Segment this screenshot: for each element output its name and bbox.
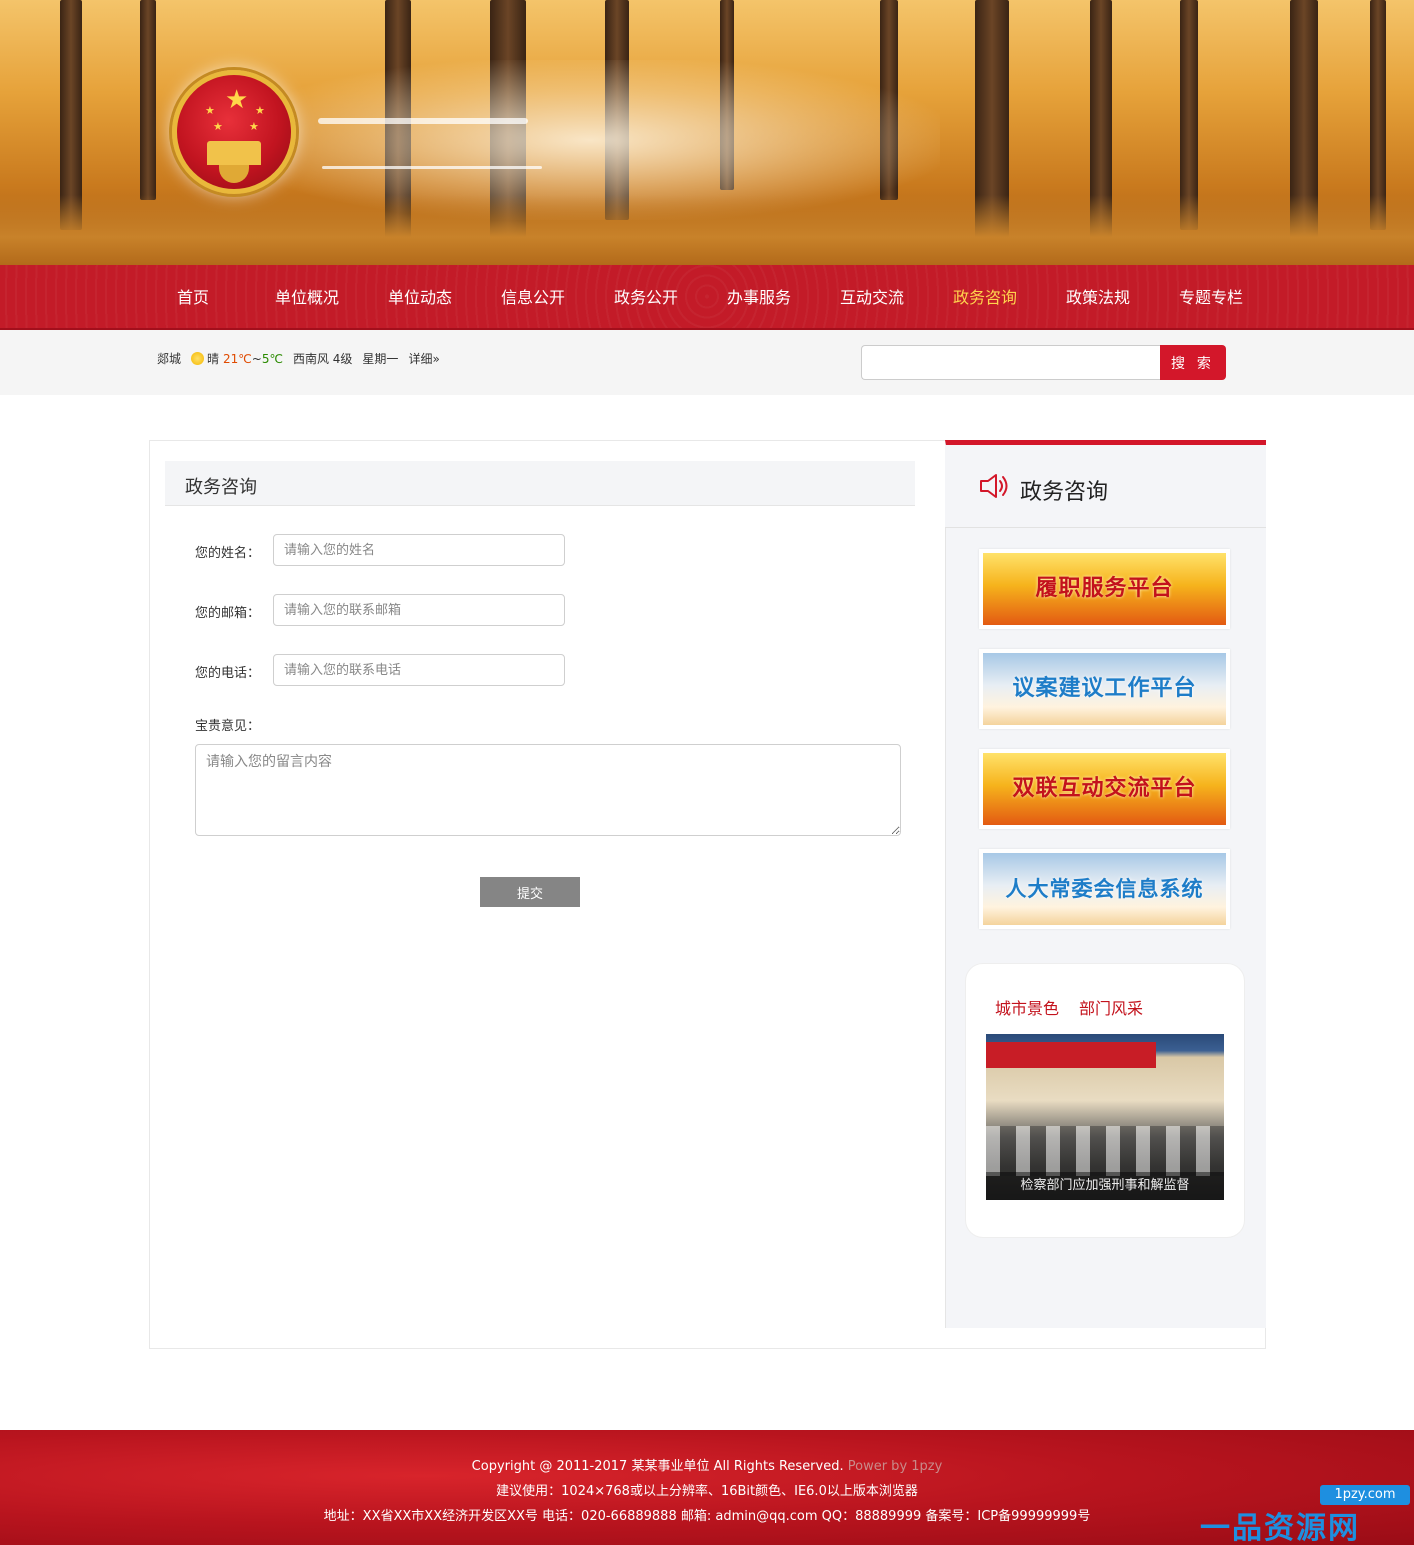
email-label: 您的邮箱：	[195, 606, 261, 621]
weather-widget: 郯城晴 21℃~5℃ 西南风 4级 星期一 详细»	[157, 352, 440, 366]
weather-weekday: 星期一	[362, 352, 399, 366]
photo-caption: 检察部门应加强刑事和解监督	[986, 1172, 1224, 1200]
promo-proposal-platform[interactable]: 议案建议工作平台	[979, 649, 1230, 729]
phone-input[interactable]	[273, 654, 565, 686]
tab-city-scenery[interactable]: 城市景色	[995, 995, 1059, 1019]
promo-label: 履职服务平台	[1035, 576, 1174, 601]
promo-label: 议案建议工作平台	[1012, 676, 1197, 701]
promo-duty-service-platform[interactable]: 履职服务平台	[979, 549, 1230, 629]
weather-detail-link[interactable]: 详细»	[408, 352, 439, 366]
nav-item-overview[interactable]: 单位概况	[266, 265, 348, 330]
weather-city: 郯城	[157, 352, 182, 366]
weather-condition: 晴	[207, 352, 220, 366]
tab-department-style[interactable]: 部门风采	[1079, 995, 1143, 1019]
nav-item-interaction[interactable]: 互动交流	[831, 265, 913, 330]
temp-high: 21℃	[223, 352, 252, 366]
nav-item-consultation[interactable]: 政务咨询	[944, 265, 1026, 330]
header-banner: ★ ★ ★ ★ ★	[0, 0, 1414, 265]
weather-wind: 西南风 4级	[292, 352, 353, 366]
name-input[interactable]	[273, 534, 565, 566]
nav-item-services[interactable]: 办事服务	[718, 265, 800, 330]
form-heading: 政务咨询	[185, 477, 257, 498]
nav-item-home[interactable]: 首页	[163, 265, 223, 330]
nav-item-news[interactable]: 单位动态	[379, 265, 461, 330]
name-label: 您的姓名：	[195, 546, 261, 561]
sidebar-title: 政务咨询	[1020, 480, 1109, 505]
nav-item-topics[interactable]: 专题专栏	[1170, 265, 1252, 330]
search-input[interactable]	[861, 345, 1161, 380]
email-input[interactable]	[273, 594, 565, 626]
national-emblem-logo: ★ ★ ★ ★ ★	[172, 70, 296, 194]
temp-low: 5℃	[261, 352, 283, 366]
opinion-label: 宝贵意见：	[195, 719, 261, 734]
promo-committee-info-system[interactable]: 人大常委会信息系统	[979, 849, 1230, 929]
phone-label: 您的电话：	[195, 666, 261, 681]
speaker-icon	[980, 474, 1008, 498]
nav-item-policies[interactable]: 政策法规	[1057, 265, 1139, 330]
promo-interaction-platform[interactable]: 双联互动交流平台	[979, 749, 1230, 829]
footer-copyright: Copyright @ 2011-2017 某某事业单位 All Rights …	[471, 1459, 844, 1474]
site-title-decoration	[318, 118, 528, 124]
sun-icon	[191, 352, 205, 365]
watermark-url: 1pzy.com	[1320, 1485, 1410, 1505]
watermark-logo: 1pzy.com 一品资源网	[1200, 1485, 1410, 1545]
news-photo[interactable]: 检察部门应加强刑事和解监督	[986, 1034, 1224, 1200]
opinion-textarea[interactable]	[195, 744, 901, 836]
promo-label: 人大常委会信息系统	[1005, 877, 1204, 901]
footer-powered[interactable]: Power by 1pzy	[848, 1459, 943, 1474]
submit-button[interactable]: 提交	[480, 877, 580, 907]
main-nav: 首页 单位概况 单位动态 信息公开 政务公开 办事服务 互动交流 政务咨询 政策…	[0, 265, 1414, 330]
promo-label: 双联互动交流平台	[1012, 776, 1197, 801]
watermark-text: 一品资源网	[1200, 1511, 1360, 1545]
nav-item-info-disclosure[interactable]: 信息公开	[492, 265, 574, 330]
form-header: 政务咨询	[165, 461, 915, 506]
nav-item-gov-affairs[interactable]: 政务公开	[605, 265, 687, 330]
search-button[interactable]: 搜 索	[1160, 345, 1226, 380]
